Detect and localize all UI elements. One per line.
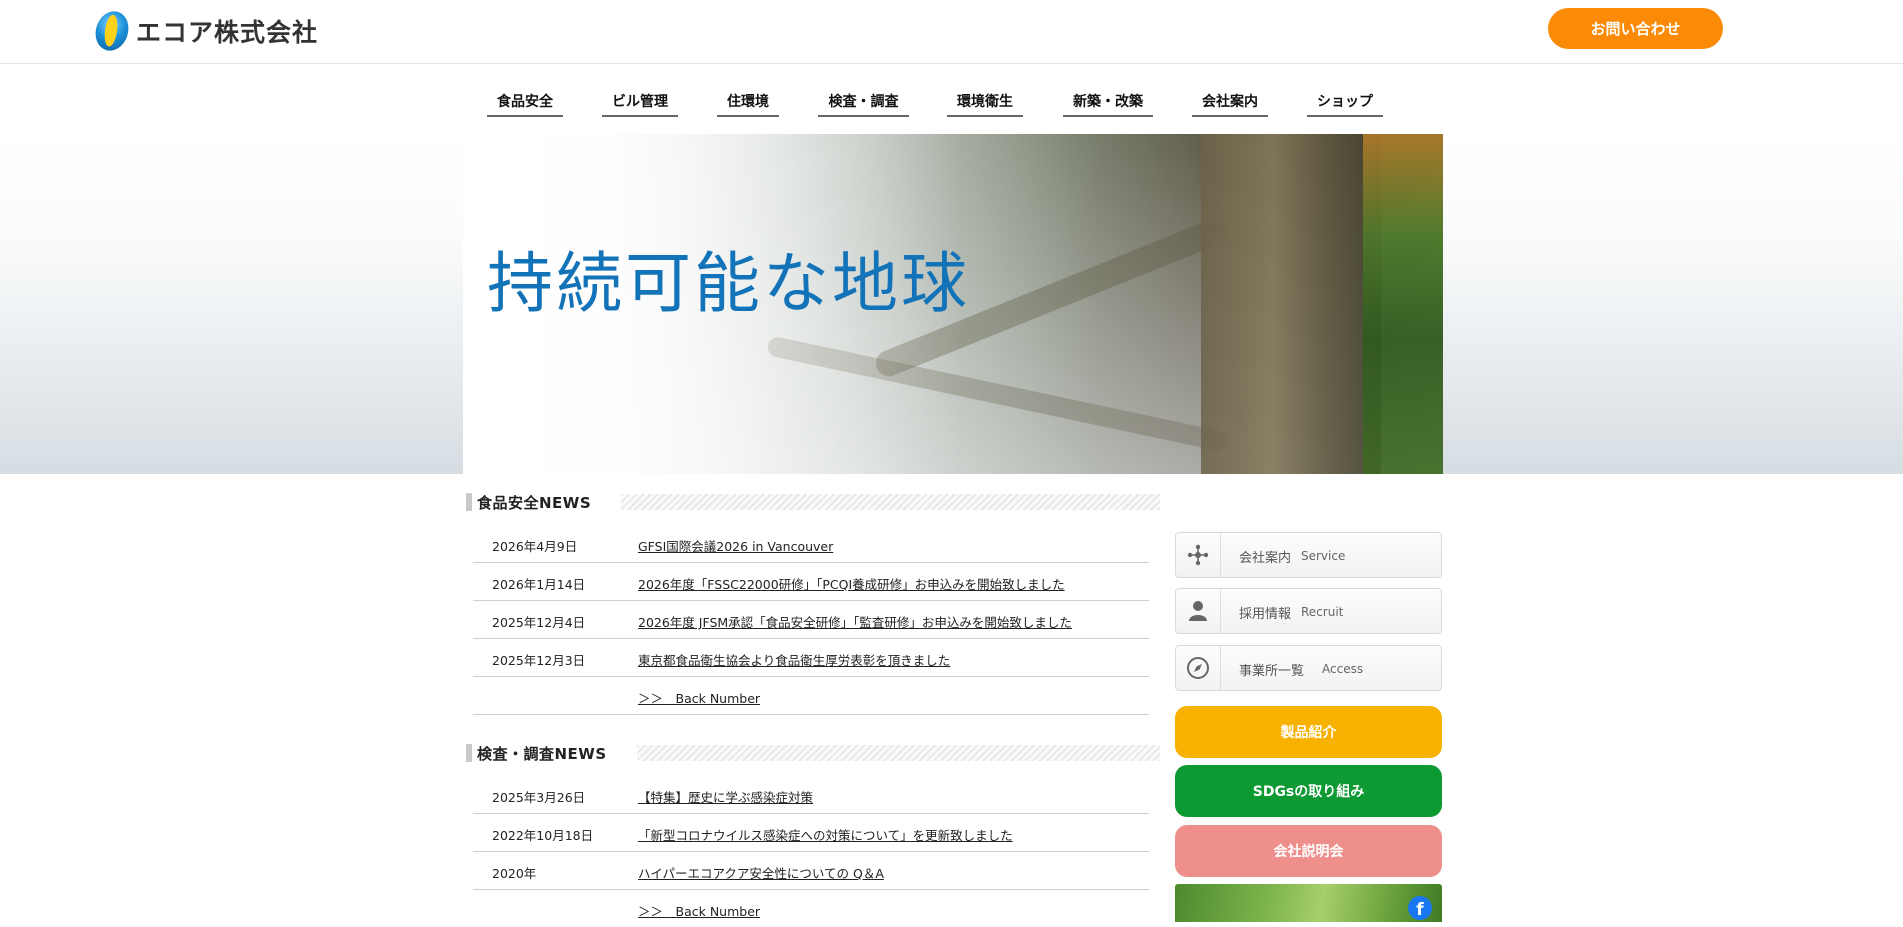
hero-foliage [1363, 134, 1443, 474]
heading-bar [466, 493, 472, 511]
back-number-link[interactable]: ＞＞ Back Number [638, 688, 760, 707]
sidebar-link-recruit[interactable]: 採用情報 Recruit [1175, 588, 1442, 634]
sidebar-link-en: Service [1301, 549, 1346, 563]
news-link[interactable]: 2026年度「FSSC22000研修」「PCQI養成研修」お申込みを開始致しまし… [638, 574, 1065, 593]
compass-icon [1176, 646, 1221, 690]
inspection-news-list: 2025年3月26日 【特集】歴史に学ぶ感染症対策 2022年10月18日 「新… [473, 776, 1149, 927]
nav-item-living[interactable]: 住環境 [717, 87, 779, 117]
news-link[interactable]: 【特集】歴史に学ぶ感染症対策 [638, 787, 813, 806]
table-row: 2025年12月4日 2026年度 JFSM承認「食品安全研修」「監査研修」お申… [473, 601, 1149, 639]
person-icon [1176, 589, 1221, 633]
food-news-heading: 食品安全NEWS [466, 492, 1160, 512]
hero-tree-trunk [1201, 134, 1381, 474]
table-row: ＞＞ Back Number [473, 890, 1149, 927]
sdgs-button[interactable]: SDGsの取り組み [1175, 765, 1442, 817]
table-row: 2025年12月3日 東京都食品衛生協会より食品衛生厚労表彰を頂きました [473, 639, 1149, 677]
inspection-news-heading: 検査・調査NEWS [466, 743, 1160, 763]
nav-item-shop[interactable]: ショップ [1307, 87, 1383, 117]
news-link[interactable]: 2026年度 JFSM承認「食品安全研修」「監査研修」お申込みを開始致しました [638, 612, 1072, 631]
news-date: 2022年10月18日 [492, 828, 594, 843]
nav-item-company[interactable]: 会社案内 [1192, 87, 1268, 117]
news-date: 2026年1月14日 [492, 577, 586, 592]
nav-item-inspection[interactable]: 検査・調査 [818, 87, 909, 117]
news-link[interactable]: ハイパーエコアクア安全性についての Q＆A [638, 863, 884, 882]
contact-button[interactable]: お問い合わせ [1548, 8, 1723, 49]
heading-stripe [636, 745, 1160, 761]
hero-banner: 持続可能な地球 [463, 134, 1443, 474]
table-row: ＞＞ Back Number [473, 677, 1149, 715]
news-date: 2026年4月9日 [492, 539, 578, 554]
news-date: 2025年12月3日 [492, 653, 586, 668]
sidebar-link-service[interactable]: 会社案内 Service [1175, 532, 1442, 578]
company-logo[interactable]: エコア株式会社 [90, 7, 319, 55]
sidebar-link-label: 採用情報 [1239, 607, 1292, 622]
table-row: 2020年 ハイパーエコアクア安全性についての Q＆A [473, 852, 1149, 890]
products-button[interactable]: 製品紹介 [1175, 706, 1442, 758]
news-date: 2020年 [492, 866, 537, 881]
sidebar-link-label: 会社案内 [1239, 551, 1292, 566]
network-icon [1176, 533, 1221, 577]
food-news-list: 2026年4月9日 GFSI国際会議2026 in Vancouver 2026… [473, 525, 1149, 715]
table-row: 2025年3月26日 【特集】歴史に学ぶ感染症対策 [473, 776, 1149, 814]
table-row: 2022年10月18日 「新型コロナウイルス感染症への対策について」を更新致しま… [473, 814, 1149, 852]
global-nav: 食品安全 ビル管理 住環境 検査・調査 環境衛生 新築・改築 会社案内 ショップ [0, 87, 1903, 117]
site-header: エコア株式会社 お問い合わせ [0, 0, 1903, 64]
sidebar-link-access[interactable]: 事業所一覧 Access [1175, 645, 1442, 691]
back-number-link[interactable]: ＞＞ Back Number [638, 901, 760, 920]
news-link[interactable]: GFSI国際会議2026 in Vancouver [638, 536, 833, 555]
inspection-news-title: 検査・調査NEWS [477, 744, 607, 763]
logo-text: エコア株式会社 [136, 18, 319, 47]
sidebar-link-en: Recruit [1301, 605, 1344, 619]
nav-item-environment[interactable]: 環境衛生 [947, 87, 1023, 117]
news-link[interactable]: 東京都食品衛生協会より食品衛生厚労表彰を頂きました [638, 650, 950, 669]
sidebar-link-en: Access [1322, 662, 1364, 676]
facebook-banner-image[interactable]: f [1175, 884, 1442, 922]
sidebar-link-label: 事業所一覧 [1239, 664, 1305, 679]
company-briefing-button[interactable]: 会社説明会 [1175, 825, 1442, 877]
food-news-title: 食品安全NEWS [477, 493, 592, 512]
hero-title: 持続可能な地球 [487, 245, 970, 322]
nav-item-construction[interactable]: 新築・改築 [1063, 87, 1153, 117]
heading-bar [466, 744, 472, 762]
nav-item-building[interactable]: ビル管理 [602, 87, 678, 117]
nav-item-food-safety[interactable]: 食品安全 [487, 87, 563, 117]
heading-stripe [621, 494, 1160, 510]
news-link[interactable]: 「新型コロナウイルス感染症への対策について」を更新致しました [638, 825, 1013, 844]
news-date: 2025年12月4日 [492, 615, 586, 630]
table-row: 2026年4月9日 GFSI国際会議2026 in Vancouver [473, 525, 1149, 563]
logo-mark-icon [90, 7, 134, 55]
table-row: 2026年1月14日 2026年度「FSSC22000研修」「PCQI養成研修」… [473, 563, 1149, 601]
facebook-icon[interactable]: f [1408, 896, 1432, 920]
news-date: 2025年3月26日 [492, 790, 586, 805]
